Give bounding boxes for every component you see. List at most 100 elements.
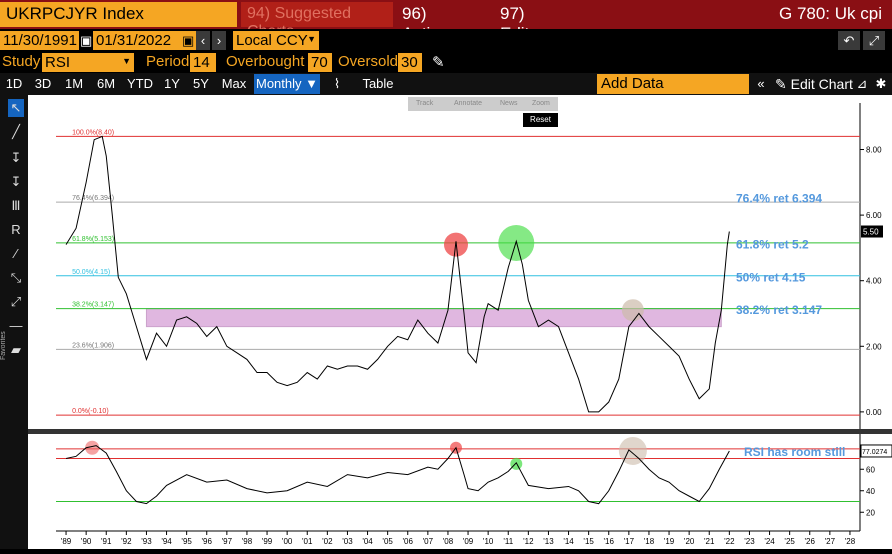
x-tick-label: '04 xyxy=(362,537,373,546)
overbought-input[interactable]: 70 xyxy=(308,53,332,72)
eraser-icon[interactable]: ▰ xyxy=(8,341,24,359)
tab-max[interactable]: Max xyxy=(218,74,250,94)
horizontal-line-icon[interactable]: — xyxy=(8,317,24,335)
oversold-input[interactable]: 30 xyxy=(398,53,422,72)
gear-icon[interactable]: ✱ xyxy=(872,74,890,94)
x-tick-label: '24 xyxy=(764,537,775,546)
study-select[interactable]: RSI ▼ xyxy=(42,53,134,72)
x-tick-label: '23 xyxy=(744,537,755,546)
favorites-label: Favorites xyxy=(0,331,7,360)
dollar-icon[interactable]: ↧ xyxy=(8,173,24,191)
fib-level-label: 61.8%(5.153) xyxy=(72,236,114,243)
chart-settings-icon[interactable]: ⊿ xyxy=(854,74,870,94)
fibonacci-icon[interactable]: Ⅲ xyxy=(8,197,24,215)
x-tick-label: '05 xyxy=(382,537,393,546)
tab-1d[interactable]: 1D xyxy=(2,74,26,94)
x-tick-label: '13 xyxy=(543,537,554,546)
add-data-input[interactable]: Add Data xyxy=(597,74,749,94)
retracement-annotation: 50% ret 4.15 xyxy=(736,270,806,284)
zoom-button[interactable]: Zoom xyxy=(532,100,550,107)
x-tick-label: '01 xyxy=(302,537,313,546)
reset-button[interactable]: Reset xyxy=(523,113,558,127)
x-tick-label: '96 xyxy=(202,537,213,546)
currency-select[interactable]: Local CCY ▼ xyxy=(233,31,319,50)
retracement-annotation: 76.4% ret 6.394 xyxy=(736,192,822,206)
chevron-down-icon: ▼ xyxy=(307,34,316,44)
x-tick-label: '19 xyxy=(664,537,675,546)
edit-chart-button[interactable]: ✎ Edit Chart xyxy=(775,74,853,94)
overbought-label: Overbought xyxy=(226,53,305,70)
highlight-circle-beige xyxy=(621,299,644,322)
pencil-icon[interactable]: ✎ xyxy=(432,53,445,71)
x-tick-label: '27 xyxy=(825,537,836,546)
edit-menu[interactable]: 97) Edit▼ xyxy=(496,2,564,43)
rsi-circle-green xyxy=(510,457,523,470)
last-value-label: 5.50 xyxy=(863,228,879,237)
x-tick-label: '12 xyxy=(523,537,534,546)
chart-title: G 780: Uk cpi xyxy=(779,4,882,23)
ticker-field[interactable]: UKRPCJYR Index xyxy=(0,2,237,27)
tab-5y[interactable]: 5Y xyxy=(188,74,214,94)
tab-6m[interactable]: 6M xyxy=(92,74,120,94)
x-tick-label: '20 xyxy=(684,537,695,546)
currency-value: Local CCY xyxy=(236,32,308,49)
period-input[interactable]: 14 xyxy=(190,53,216,72)
price-tick-label: 4.00 xyxy=(866,277,882,286)
trendline-icon[interactable]: ⤡ xyxy=(8,269,24,287)
tab-ytd[interactable]: YTD xyxy=(124,74,156,94)
x-tick-label: '90 xyxy=(81,537,92,546)
calendar-icon[interactable]: ▣ xyxy=(182,31,194,50)
x-tick-label: '17 xyxy=(624,537,635,546)
x-tick-label: '95 xyxy=(181,537,192,546)
fullscreen-icon[interactable]: ⤢ xyxy=(863,31,885,50)
chart-svg[interactable]: 100.0%(8.40) 76.4%(6.394) 61.8%(5.153) 50.0… xyxy=(28,95,892,549)
fib-level-label: 100.0%(8.40) xyxy=(72,129,114,136)
undo-icon[interactable]: ↶ xyxy=(838,31,860,50)
line-chart-icon[interactable]: ⌇ xyxy=(326,74,348,94)
study-bar: Study RSI ▼ Period 14 Overbought 70 Overs… xyxy=(0,51,892,73)
x-tick-label: '06 xyxy=(403,537,414,546)
x-tick-label: '07 xyxy=(423,537,434,546)
brush-icon[interactable]: ⁄ xyxy=(8,245,24,263)
x-tick-label: '14 xyxy=(563,537,574,546)
freehand-icon[interactable]: ⤢ xyxy=(8,293,24,311)
fib-level-label: 50.0%(4.15) xyxy=(72,269,110,276)
percent-icon[interactable]: ↧ xyxy=(8,149,24,167)
fib-level-label: 38.2%(3.147) xyxy=(72,302,114,309)
news-button[interactable]: News xyxy=(500,100,518,107)
suggested-charts-button[interactable]: 94) Suggested Charts xyxy=(241,2,393,40)
chart-area[interactable]: 100.0%(8.40) 76.4%(6.394) 61.8%(5.153) 50.0… xyxy=(28,95,892,549)
start-date-field[interactable]: 11/30/1991 xyxy=(0,31,79,50)
rsi-circle-beige xyxy=(618,436,647,465)
study-value: RSI xyxy=(45,54,71,71)
timeframe-bar: 1D 3D 1M 6M YTD 1Y 5Y Max Monthly ▼ ⌇ Ta… xyxy=(0,73,892,95)
calendar-icon[interactable]: ▣ xyxy=(80,31,92,50)
rsi-annotation: RSI has room still xyxy=(744,445,845,459)
chevron-down-icon: ▼ xyxy=(122,56,131,66)
prev-arrow-icon[interactable]: ‹ xyxy=(196,31,210,50)
tab-1m[interactable]: 1M xyxy=(60,74,88,94)
x-tick-label: '21 xyxy=(704,537,715,546)
drawing-toolbar: ↖ ╱ ↧ ↧ Ⅲ R ⁄ ⤡ ⤢ — ▰ Favorites xyxy=(0,95,28,549)
collapse-icon[interactable]: « xyxy=(752,74,770,94)
annotate-button[interactable]: Annotate xyxy=(454,100,482,107)
tab-monthly[interactable]: Monthly ▼ xyxy=(254,74,320,94)
tab-1y[interactable]: 1Y xyxy=(160,74,184,94)
draw-line-icon[interactable]: ╱ xyxy=(8,123,24,141)
retracement-icon[interactable]: R xyxy=(8,221,24,239)
study-label: Study xyxy=(2,53,41,70)
edit-chart-label: Edit Chart xyxy=(790,76,853,92)
tab-table[interactable]: Table xyxy=(358,74,398,94)
rsi-last-label: 77.0274 xyxy=(862,449,887,456)
actions-menu[interactable]: 96) Actions▼ xyxy=(398,2,492,43)
x-tick-label: '97 xyxy=(222,537,233,546)
x-tick-label: '11 xyxy=(503,537,513,546)
cursor-icon[interactable]: ↖ xyxy=(8,99,24,117)
fib-level-label: 76.4%(6.394) xyxy=(72,195,114,202)
tab-3d[interactable]: 3D xyxy=(30,74,56,94)
x-tick-label: '25 xyxy=(784,537,795,546)
track-button[interactable]: Track xyxy=(416,100,433,107)
retracement-annotation: 61.8% ret 5.2 xyxy=(736,238,809,252)
next-arrow-icon[interactable]: › xyxy=(212,31,226,50)
price-tick-label: 6.00 xyxy=(866,211,882,220)
